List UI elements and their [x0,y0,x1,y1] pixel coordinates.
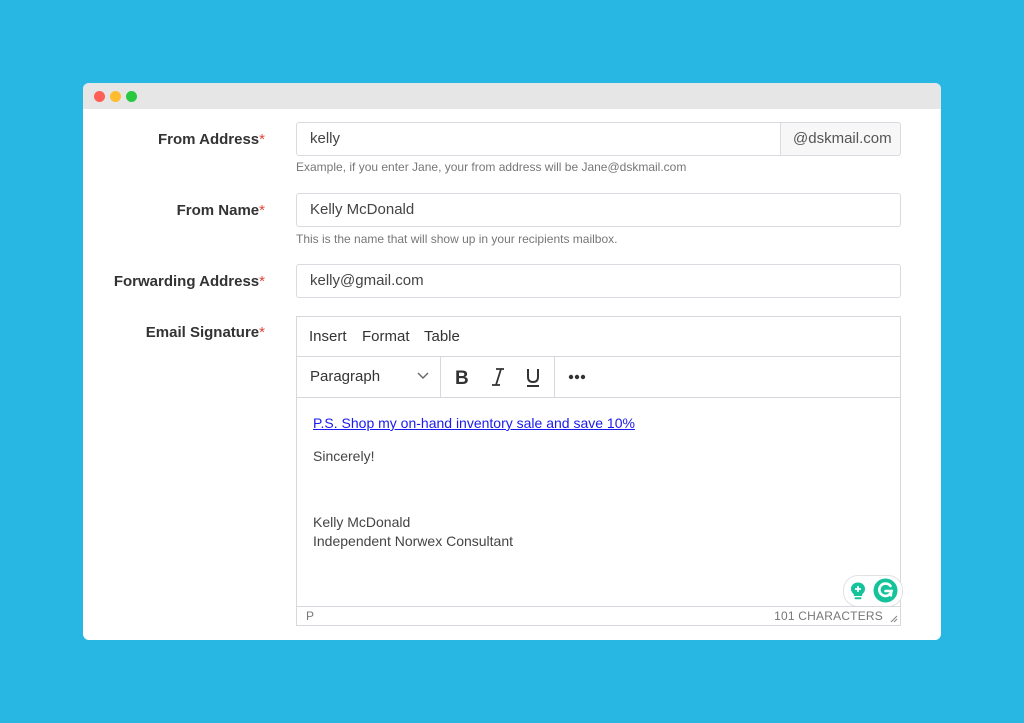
italic-button[interactable] [487,366,511,388]
toolbar-divider [554,357,555,397]
from-address-help: Example, if you enter Jane, your from ad… [296,160,687,174]
required-marker: * [259,131,265,148]
signature-editor: Insert Format Table Paragraph B P.S. Sho… [296,316,903,626]
from-name-label: From Name* [176,202,265,219]
block-format-select[interactable]: Paragraph [297,357,440,397]
character-count: 101 CHARACTERS [774,609,883,623]
grammarly-icon [873,578,898,603]
editor-menubar: Insert Format Table [297,317,900,357]
chevron-down-icon [417,372,429,379]
menu-table[interactable]: Table [424,328,460,345]
from-address-label: From Address* [158,131,265,148]
minimize-window-button[interactable] [110,91,121,102]
close-window-button[interactable] [94,91,105,102]
forwarding-address-label: Forwarding Address* [113,273,265,290]
editor-toolbar: Paragraph B [297,357,900,398]
signature-closing: Sincerely! [313,448,375,464]
resize-handle-icon[interactable] [888,613,898,623]
element-path[interactable]: P [306,609,314,623]
signature-name: Kelly McDonald [313,514,411,530]
signature-link[interactable]: P.S. Shop my on-hand inventory sale and … [313,415,635,431]
more-icon [568,374,586,380]
menu-format[interactable]: Format [362,328,410,345]
signature-title: Independent Norwex Consultant [313,533,514,549]
maximize-window-button[interactable] [126,91,137,102]
bold-icon: B [455,368,469,388]
required-marker: * [259,324,265,341]
from-name-help: This is the name that will show up in yo… [296,232,618,246]
svg-text:B: B [455,368,469,388]
bold-button[interactable]: B [451,366,475,388]
from-name-input[interactable]: Kelly McDonald [296,193,901,227]
domain-suffix: @dskmail.com [780,122,901,156]
menu-insert[interactable]: Insert [309,328,347,345]
required-marker: * [259,202,265,219]
italic-icon [492,368,504,386]
email-signature-label: Email Signature* [145,324,265,341]
window-titlebar [83,83,941,109]
underline-button[interactable] [521,366,545,388]
editor-statusbar: P 101 CHARACTERS [297,606,900,625]
underline-icon [527,369,539,387]
grammarly-suggestion-icon [851,582,865,600]
block-format-value: Paragraph [310,368,381,385]
more-button[interactable] [565,366,589,388]
browser-window: From Address* kelly @dskmail.com Example… [83,83,941,640]
toolbar-divider [440,357,441,397]
from-address-input[interactable]: kelly [296,122,781,156]
grammarly-widget[interactable] [843,575,903,607]
forwarding-address-input[interactable]: kelly@gmail.com [296,264,901,298]
required-marker: * [259,273,265,290]
